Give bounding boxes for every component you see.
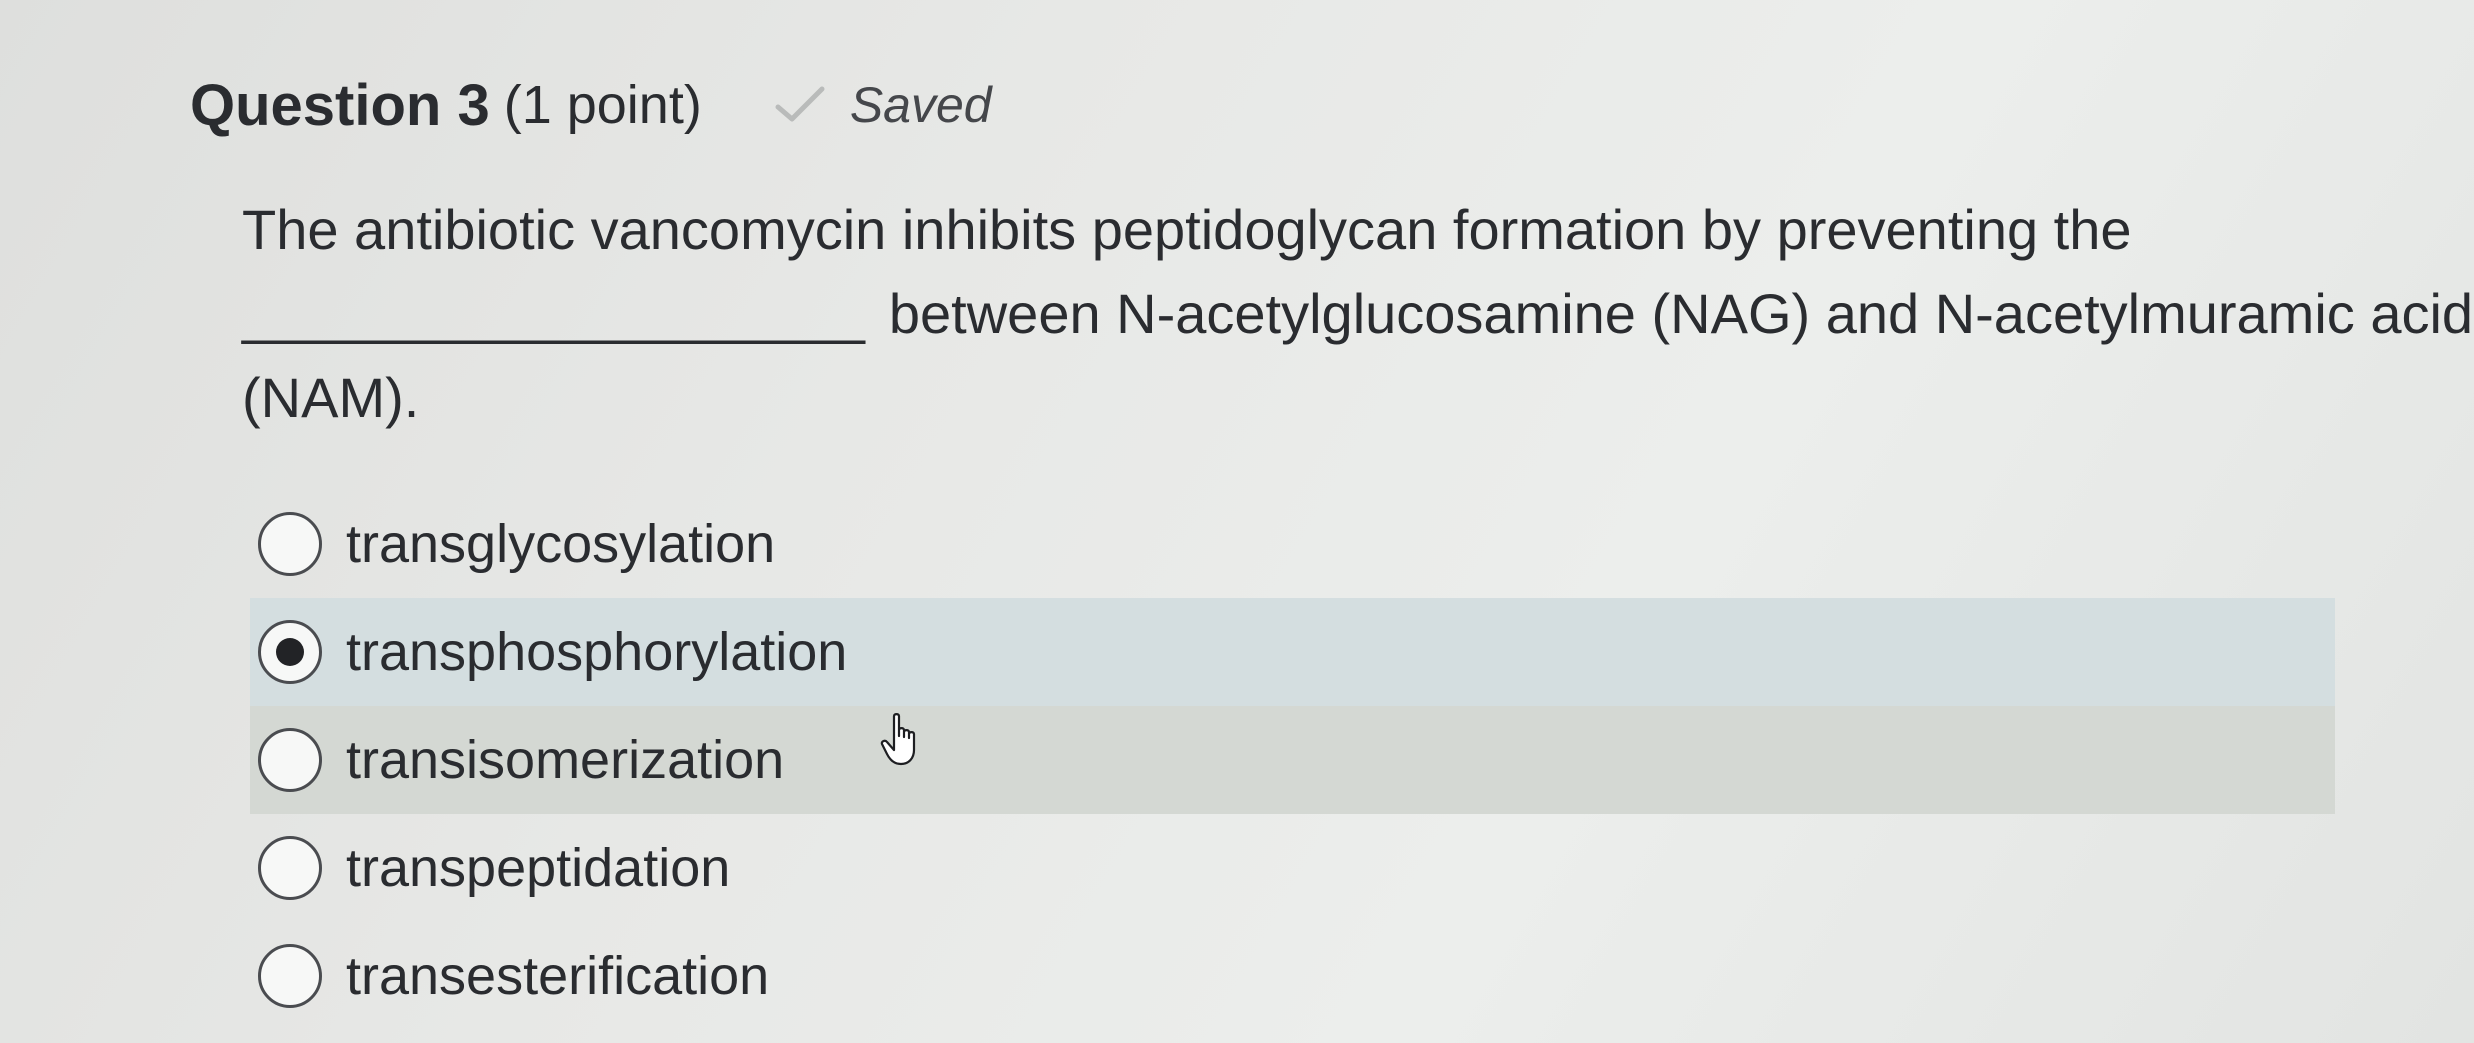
radio-button[interactable] <box>258 728 322 792</box>
option-transpeptidation[interactable]: transpeptidation <box>250 814 2335 922</box>
option-label[interactable]: transesterification <box>346 945 769 1007</box>
question-text-line-1: The antibiotic vancomycin inhibits pepti… <box>242 198 2132 261</box>
radio-selected-dot <box>276 638 304 666</box>
option-label[interactable]: transphosphorylation <box>346 621 847 683</box>
option-label[interactable]: transglycosylation <box>346 513 775 575</box>
question-text-line-2-rest: between N-acetylglucosamine (NAG) and N-… <box>888 282 2474 345</box>
saved-label: Saved <box>849 77 992 133</box>
radio-button-selected[interactable] <box>258 620 322 684</box>
option-transglycosylation[interactable]: transglycosylation <box>250 490 2335 598</box>
saved-status: Saved <box>774 76 992 134</box>
radio-button[interactable] <box>258 836 322 900</box>
option-transphosphorylation[interactable]: transphosphorylation <box>250 598 2335 706</box>
answer-options: transglycosylation transphosphorylation … <box>250 490 2335 1030</box>
question-text-line-3: (NAM). <box>242 366 420 429</box>
option-transesterification[interactable]: transesterification <box>250 922 2335 1030</box>
option-label[interactable]: transisomerization <box>346 729 784 791</box>
question-prompt: The antibiotic vancomycin inhibits pepti… <box>242 188 2473 440</box>
radio-button[interactable] <box>258 944 322 1008</box>
question-title: Question 3 <box>190 72 490 138</box>
question-text-line-2: ____________________ between N-acetylgluc… <box>242 272 2473 356</box>
option-transisomerization[interactable]: transisomerization <box>250 706 2335 814</box>
check-icon <box>775 86 825 122</box>
pointer-hand-icon <box>880 713 916 766</box>
question-points: (1 point) <box>503 75 702 135</box>
option-label[interactable]: transpeptidation <box>346 837 730 899</box>
question-header: Question 3 (1 point) Saved <box>190 70 992 140</box>
radio-button[interactable] <box>258 512 322 576</box>
answer-blank: ____________________ <box>242 282 865 345</box>
